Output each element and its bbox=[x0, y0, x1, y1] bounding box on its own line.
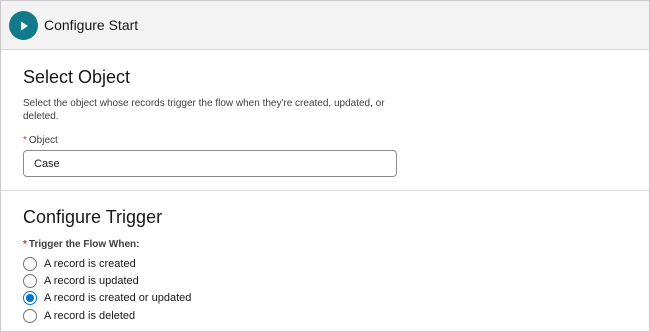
radio-label: A record is updated bbox=[44, 275, 139, 287]
radio-option-created-or-updated[interactable]: A record is created or updated bbox=[23, 290, 191, 306]
required-marker: * bbox=[23, 239, 27, 250]
radio-label: A record is created or updated bbox=[44, 292, 192, 304]
radio-label: A record is created bbox=[44, 258, 136, 270]
select-object-heading: Select Object bbox=[23, 67, 131, 87]
configure-trigger-heading: Configure Trigger bbox=[23, 207, 163, 227]
configure-start-panel: Configure Start Select Object Select the… bbox=[0, 0, 650, 332]
object-label-text: Object bbox=[28, 135, 58, 146]
required-marker: * bbox=[23, 135, 27, 146]
panel-title: Configure Start bbox=[44, 17, 139, 33]
radio-option-updated[interactable]: A record is updated bbox=[23, 273, 139, 289]
radio-button[interactable] bbox=[23, 309, 37, 323]
radio-button[interactable] bbox=[23, 274, 37, 288]
configure-trigger-section: Configure Trigger * Trigger the Flow When… bbox=[1, 192, 649, 332]
select-object-section: Select Object Select the object whose re… bbox=[1, 51, 649, 191]
radio-button[interactable] bbox=[23, 291, 37, 305]
radio-button[interactable] bbox=[23, 257, 37, 271]
trigger-label: * Trigger the Flow When: bbox=[23, 239, 139, 250]
object-input[interactable]: Case bbox=[23, 150, 397, 177]
radio-option-created[interactable]: A record is created bbox=[23, 256, 136, 272]
radio-label: A record is deleted bbox=[44, 310, 136, 322]
select-object-description: Select the object whose records trigger … bbox=[23, 98, 385, 122]
object-field-label: * Object bbox=[23, 135, 58, 146]
radio-option-deleted[interactable]: A record is deleted bbox=[23, 308, 135, 324]
play-icon bbox=[9, 11, 38, 40]
trigger-label-text: Trigger the Flow When: bbox=[28, 239, 140, 250]
panel-header: Configure Start bbox=[1, 1, 649, 50]
object-input-value: Case bbox=[34, 157, 60, 170]
